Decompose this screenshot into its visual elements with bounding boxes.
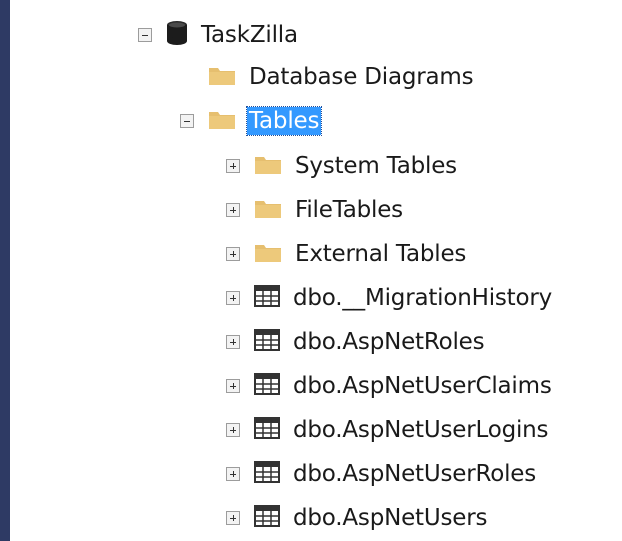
- table-icon: [254, 461, 280, 487]
- tree-node-table-aspnetusers[interactable]: dbo.AspNetUsers: [226, 501, 489, 535]
- tree-node-label: dbo.AspNetUserClaims: [293, 373, 552, 399]
- folder-icon: [208, 108, 236, 134]
- table-icon: [254, 505, 280, 531]
- database-icon: [166, 20, 188, 50]
- tree-node-label: dbo.AspNetUserRoles: [293, 461, 537, 487]
- folder-icon: [254, 197, 282, 223]
- tree-node-table-aspnetuserlogins[interactable]: dbo.AspNetUserLogins: [226, 413, 550, 447]
- folder-icon: [208, 64, 236, 90]
- tree-node-label: dbo.AspNetUsers: [293, 505, 488, 531]
- table-icon: [254, 373, 280, 399]
- tree-node-table-aspnetuserroles[interactable]: dbo.AspNetUserRoles: [226, 457, 538, 491]
- expand-toggle[interactable]: [226, 159, 240, 173]
- table-icon: [254, 285, 280, 311]
- tree-node-table-aspnetuserclaims[interactable]: dbo.AspNetUserClaims: [226, 369, 554, 403]
- folder-icon: [254, 153, 282, 179]
- tree-node-tables[interactable]: Tables: [180, 104, 323, 138]
- tree-node-label-selected: Tables: [245, 106, 323, 136]
- tree-node-label: dbo.__MigrationHistory: [293, 285, 553, 311]
- expand-toggle[interactable]: [226, 335, 240, 349]
- tree-node-system-tables[interactable]: System Tables: [226, 149, 459, 183]
- tree-node-label: System Tables: [295, 153, 457, 179]
- tree-node-table-migrationhistory[interactable]: dbo.__MigrationHistory: [226, 281, 554, 315]
- tree-node-database[interactable]: TaskZilla: [138, 18, 300, 52]
- tree-node-label: External Tables: [295, 241, 467, 267]
- collapse-toggle[interactable]: [180, 114, 194, 128]
- tree-node-database-diagrams[interactable]: Database Diagrams: [180, 60, 475, 94]
- expand-toggle[interactable]: [226, 247, 240, 261]
- database-label: TaskZilla: [201, 22, 298, 48]
- expand-toggle[interactable]: [226, 379, 240, 393]
- expand-toggle[interactable]: [226, 423, 240, 437]
- expand-toggle[interactable]: [226, 511, 240, 525]
- object-explorer-tree: TaskZilla Database Diagrams Tables Syste…: [0, 0, 622, 541]
- tree-node-external-tables[interactable]: External Tables: [226, 237, 468, 271]
- tree-node-label: FileTables: [295, 197, 403, 223]
- tree-node-label: dbo.AspNetUserLogins: [293, 417, 549, 443]
- expand-toggle[interactable]: [226, 203, 240, 217]
- tree-node-table-aspnetroles[interactable]: dbo.AspNetRoles: [226, 325, 486, 359]
- tree-node-filetables[interactable]: FileTables: [226, 193, 405, 227]
- table-icon: [254, 417, 280, 443]
- tree-node-label: dbo.AspNetRoles: [293, 329, 485, 355]
- collapse-toggle[interactable]: [138, 28, 152, 42]
- table-icon: [254, 329, 280, 355]
- tree-node-label: Database Diagrams: [249, 64, 474, 90]
- expand-toggle[interactable]: [226, 467, 240, 481]
- expand-toggle[interactable]: [226, 291, 240, 305]
- folder-icon: [254, 241, 282, 267]
